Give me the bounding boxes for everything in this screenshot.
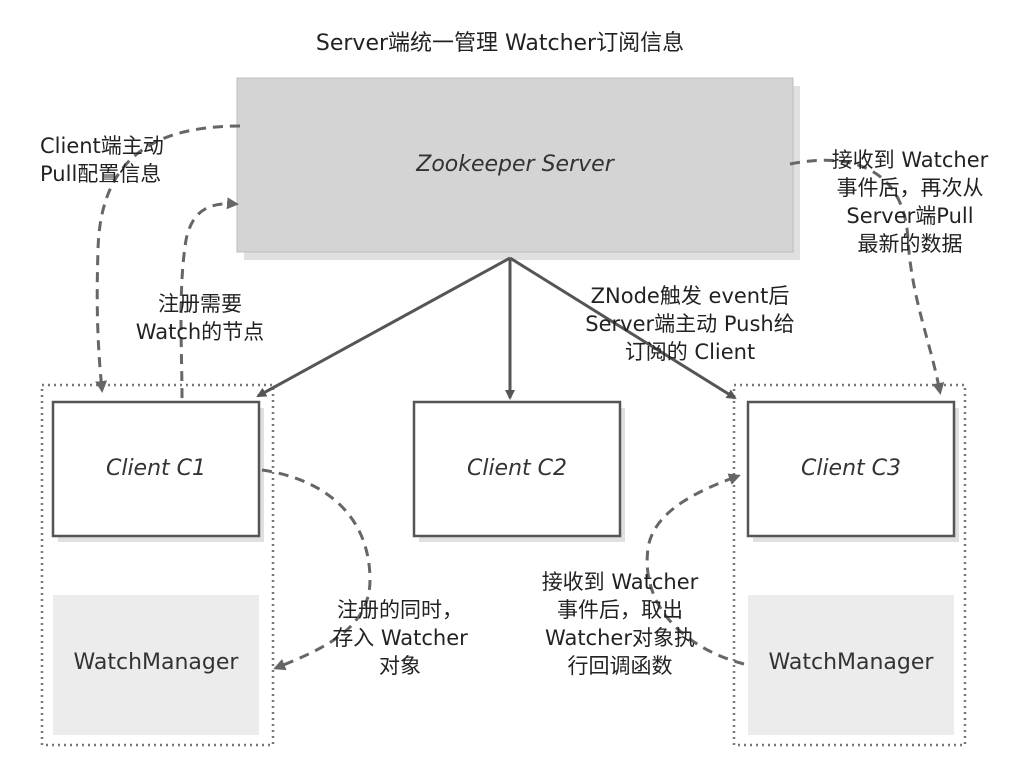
- client-c2-label: Client C2: [466, 456, 568, 481]
- store-watcher-annotation: 注册的同时， 存入 Watcher 对象: [332, 598, 468, 678]
- client-c3-label: Client C3: [800, 456, 902, 481]
- znode-push-annotation: ZNode触发 event后 Server端主动 Push给 订阅的 Clien…: [585, 284, 795, 364]
- pull-config-annotation: Client端主动 Pull配置信息: [40, 134, 164, 186]
- callback-annotation: 接收到 Watcher 事件后，取出 Watcher对象执 行回调函数: [541, 570, 699, 678]
- diagram-title: Server端统一管理 Watcher订阅信息: [315, 31, 685, 56]
- watchmanager-c1-label: WatchManager: [73, 650, 239, 675]
- server-pull-annotation: 接收到 Watcher 事件后，再次从 Server端Pull 最新的数据: [831, 148, 989, 256]
- register-watch-annotation: 注册需要 Watch的节点: [135, 292, 265, 344]
- watchmanager-c3-label: WatchManager: [768, 650, 934, 675]
- push-arrow-c1: [256, 256, 511, 398]
- server-label: Zookeeper Server: [416, 152, 614, 177]
- client-c1-label: Client C1: [105, 456, 207, 481]
